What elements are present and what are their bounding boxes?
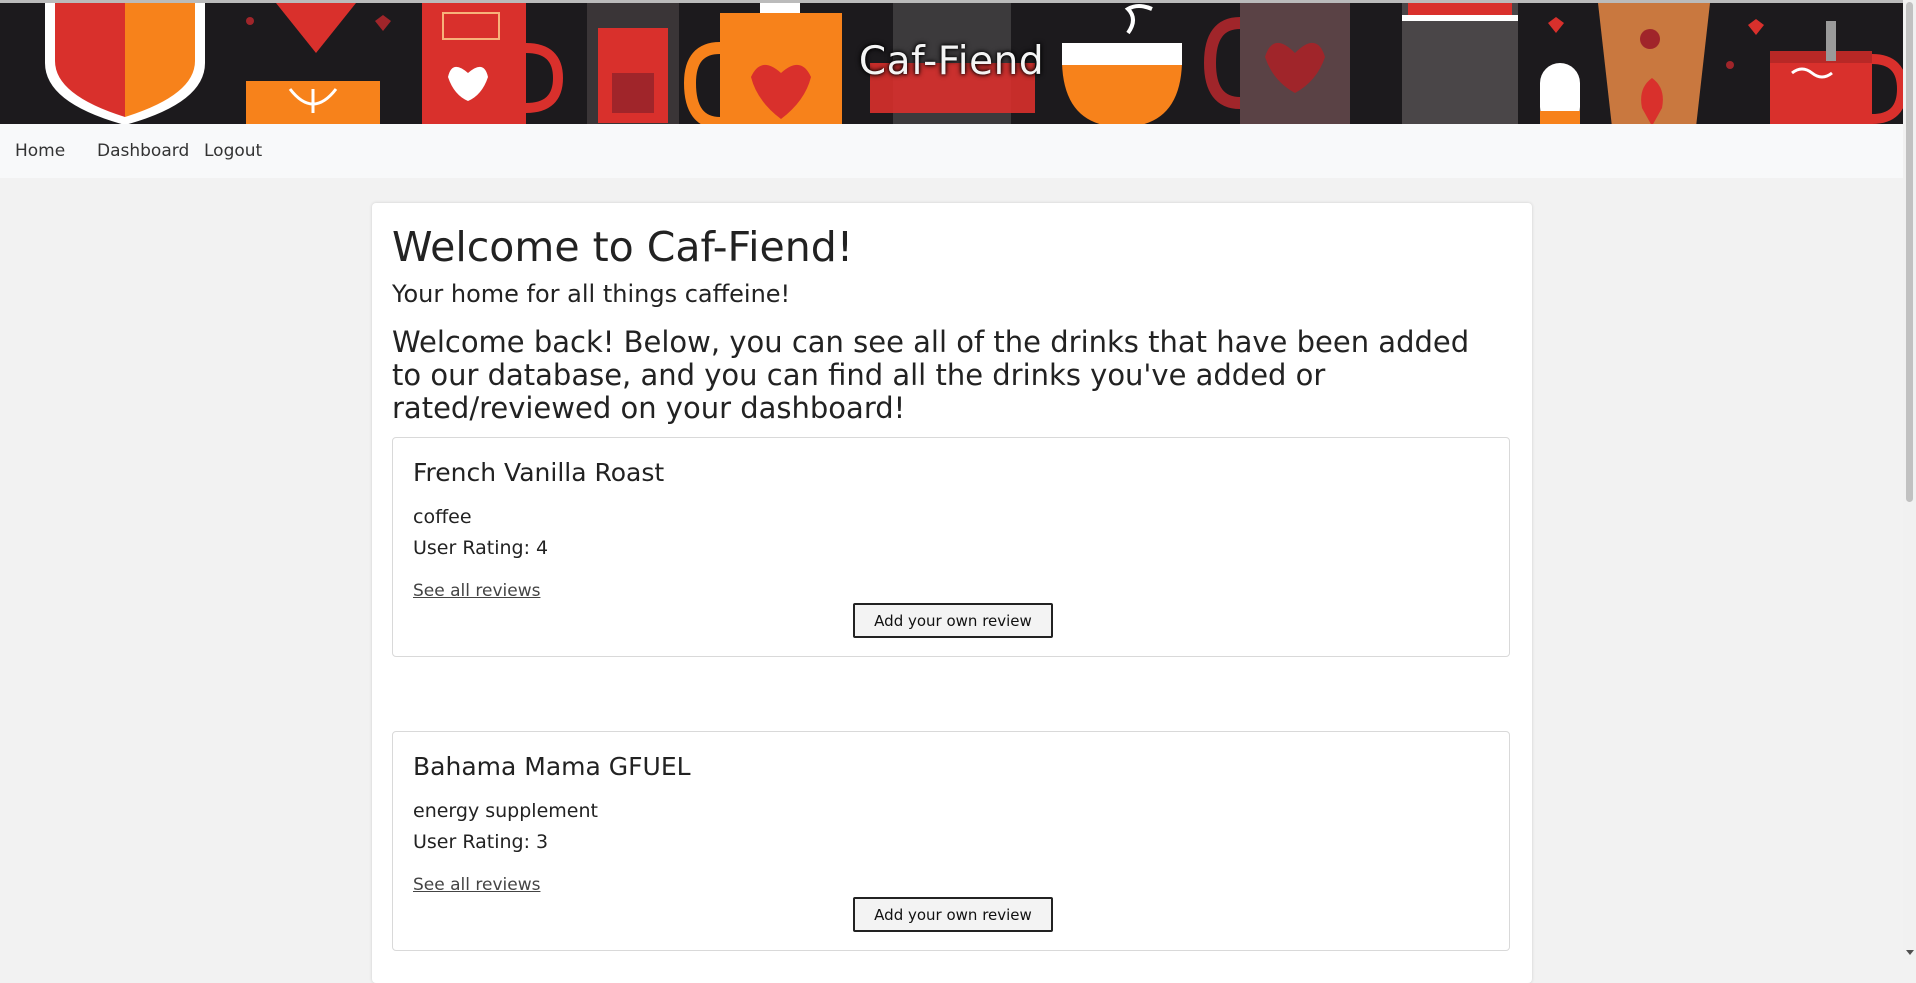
see-all-reviews-link[interactable]: See all reviews (413, 581, 540, 601)
nav-home-link[interactable]: Home (15, 141, 65, 161)
nav-dashboard-link[interactable]: Dashboard (97, 141, 189, 161)
drink-rating: User Rating: 4 (413, 537, 549, 559)
see-all-reviews-link[interactable]: See all reviews (413, 875, 540, 895)
brand-title: Caf-Fiend (858, 39, 1045, 84)
page-scrollbar[interactable] (1903, 0, 1916, 959)
welcome-message: Welcome back! Below, you can see all of … (392, 325, 1470, 425)
header-banner: Caf-Fiend (0, 0, 1903, 124)
scroll-down-arrow-icon[interactable] (1906, 950, 1914, 955)
page-title: Welcome to Caf-Fiend! (392, 223, 854, 271)
nav-logout-link[interactable]: Logout (204, 141, 262, 161)
drink-card: French Vanilla Roast coffee User Rating:… (392, 437, 1510, 657)
drink-card: Bahama Mama GFUEL energy supplement User… (392, 731, 1510, 951)
drink-name: Bahama Mama GFUEL (413, 752, 691, 781)
main-content-card: Welcome to Caf-Fiend! Your home for all … (372, 203, 1532, 983)
add-review-button[interactable]: Add your own review (853, 603, 1053, 638)
drink-type: coffee (413, 506, 472, 528)
page-tagline: Your home for all things caffeine! (392, 280, 791, 308)
scrollbar-thumb[interactable] (1906, 2, 1913, 502)
add-review-button[interactable]: Add your own review (853, 897, 1053, 932)
drink-name: French Vanilla Roast (413, 458, 665, 487)
navbar: Home Dashboard Logout (0, 124, 1903, 178)
drink-type: energy supplement (413, 800, 598, 822)
drink-rating: User Rating: 3 (413, 831, 549, 853)
